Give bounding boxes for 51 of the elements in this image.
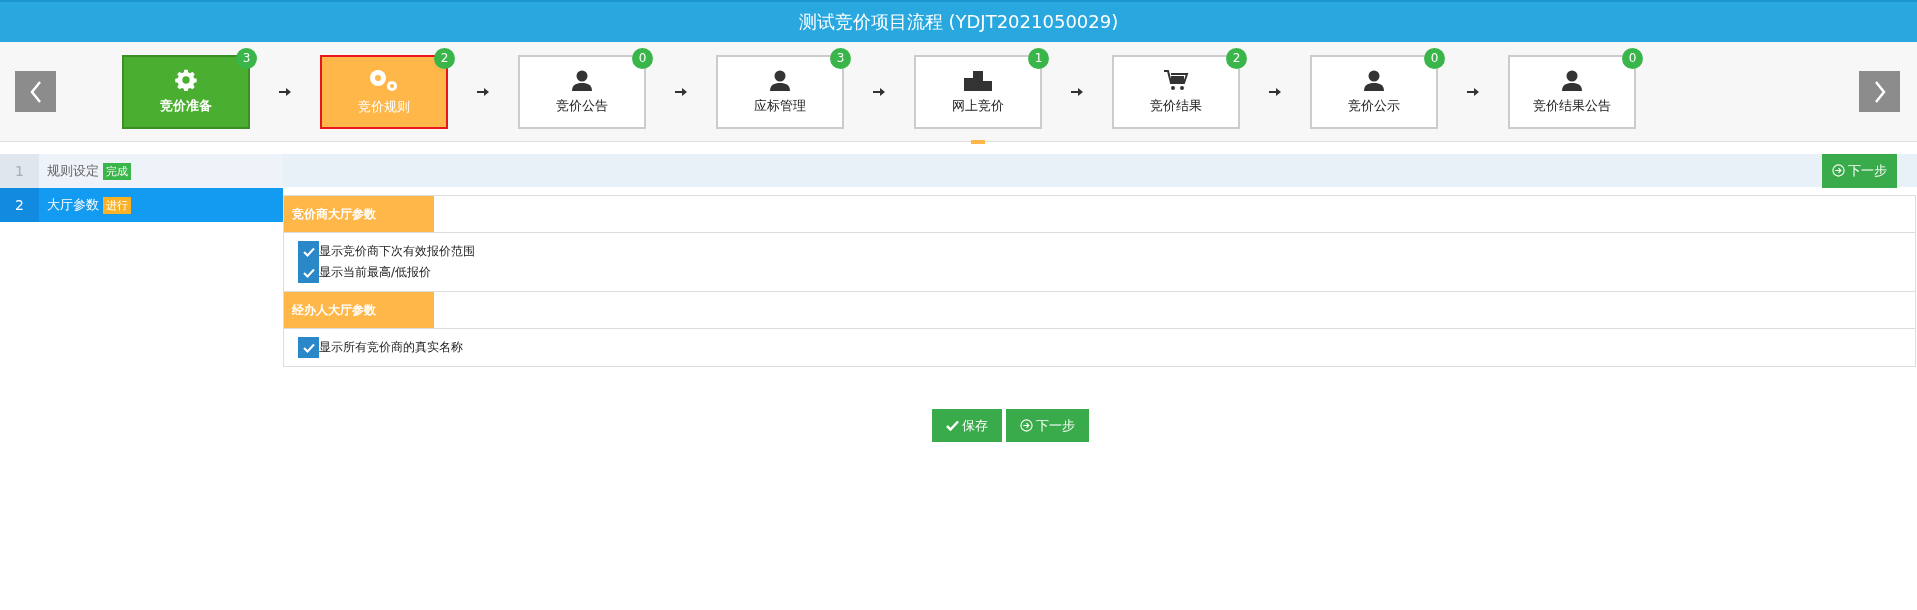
next-step-button[interactable]: 下一步 bbox=[1822, 153, 1897, 188]
arrow-right-icon bbox=[1071, 86, 1083, 97]
count-badge: 3 bbox=[830, 47, 851, 69]
option-label: 显示所有竞价商的真实名称 bbox=[319, 339, 463, 356]
arrow-right-icon bbox=[477, 86, 489, 97]
circle-arrow-icon bbox=[1019, 419, 1033, 432]
checkbox[interactable] bbox=[298, 337, 319, 358]
checkmark-icon bbox=[302, 342, 315, 353]
count-badge: 3 bbox=[236, 47, 257, 69]
gears-icon bbox=[368, 67, 400, 92]
checkbox[interactable] bbox=[298, 262, 319, 283]
save-button[interactable]: 保存 bbox=[931, 409, 1002, 442]
section-header: 竞价商大厅参数 bbox=[284, 196, 434, 232]
cart-icon bbox=[1163, 68, 1189, 91]
checkmark-icon bbox=[945, 420, 959, 431]
arrow-right-icon bbox=[1269, 86, 1281, 97]
next-arrow-button[interactable] bbox=[1859, 71, 1900, 112]
checkbox[interactable] bbox=[298, 241, 319, 262]
count-badge: 2 bbox=[1226, 47, 1247, 69]
previous-button[interactable] bbox=[15, 71, 56, 112]
option-label: 显示竞价商下次有效报价范围 bbox=[319, 243, 475, 260]
person-icon bbox=[1363, 68, 1385, 91]
count-badge: 2 bbox=[434, 47, 455, 69]
status-badge: 进行 bbox=[103, 196, 131, 214]
step-number: 2 bbox=[0, 188, 39, 222]
step-number: 1 bbox=[0, 154, 39, 188]
count-badge: 0 bbox=[632, 47, 653, 69]
sidebar-item[interactable]: 1 规则设定 完成 bbox=[0, 154, 283, 188]
option-label: 显示当前最高/低报价 bbox=[319, 264, 432, 281]
checkmark-icon bbox=[302, 267, 315, 278]
count-badge: 1 bbox=[1028, 47, 1049, 69]
count-badge: 0 bbox=[1424, 47, 1445, 69]
circle-arrow-icon bbox=[1832, 164, 1845, 177]
next-step-button[interactable]: 下一步 bbox=[1005, 409, 1089, 442]
checkmark-icon bbox=[302, 246, 315, 257]
person-icon bbox=[571, 68, 593, 91]
arrow-right-icon bbox=[1467, 86, 1479, 97]
sidebar-item[interactable]: 2 大厅参数 进行 bbox=[0, 188, 283, 222]
window-title: 测试竞价项目流程 (YDJT2021050029) bbox=[798, 10, 1119, 34]
count-badge: 0 bbox=[1622, 47, 1643, 69]
arrow-right-icon bbox=[873, 86, 885, 97]
gear-icon bbox=[175, 68, 197, 91]
sidebar-label: 规则设定 bbox=[47, 162, 99, 180]
sidebar-label: 大厅参数 bbox=[47, 196, 99, 214]
status-badge: 完成 bbox=[103, 162, 131, 180]
arrow-right-icon bbox=[675, 86, 687, 97]
person-icon bbox=[1561, 68, 1583, 91]
section-header: 经办人大厅参数 bbox=[284, 292, 434, 328]
arrow-right-icon bbox=[279, 86, 291, 97]
podium-icon bbox=[963, 68, 993, 91]
person-icon bbox=[769, 68, 791, 91]
